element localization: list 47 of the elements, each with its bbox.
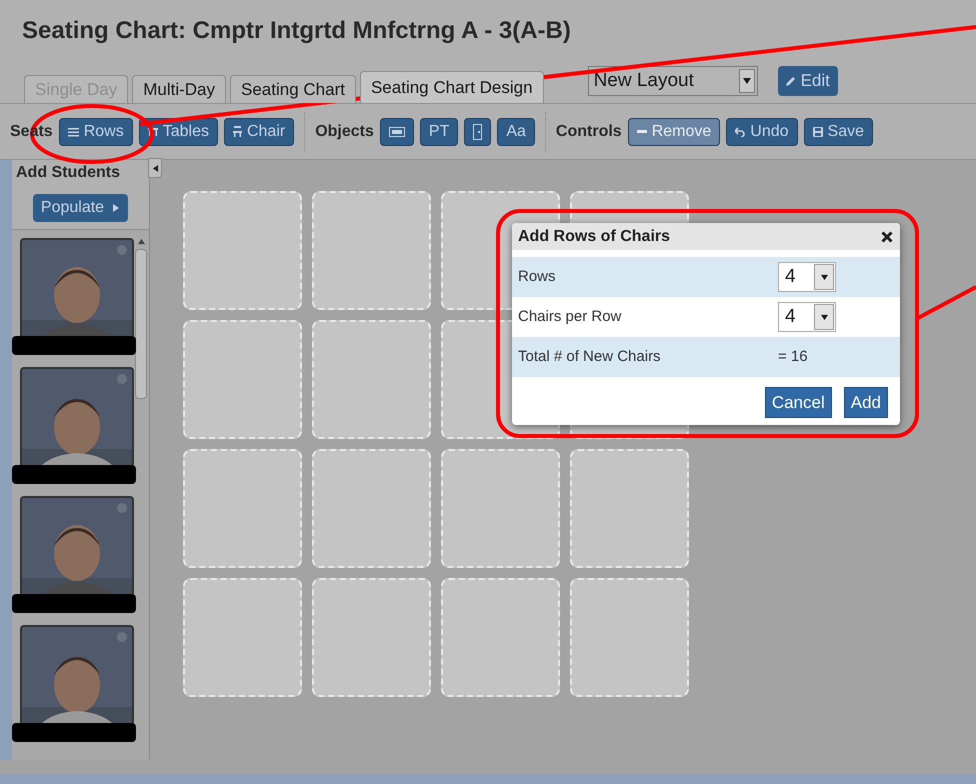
close-icon <box>881 230 893 242</box>
dropdown-arrow-icon <box>742 77 751 85</box>
undo-icon <box>735 126 746 136</box>
dialog-button[interactable]: Cancel <box>764 387 832 418</box>
save-icon <box>812 126 823 136</box>
toolbar-group-label: Objects <box>315 122 374 142</box>
number-select[interactable]: 4 <box>778 262 836 292</box>
sidebar-title: Add Students <box>16 163 120 183</box>
number-select[interactable]: 4 <box>778 302 836 332</box>
caret-icon <box>112 204 120 212</box>
collapse-arrow-icon <box>152 164 158 172</box>
toolbar-button[interactable]: Aa <box>497 118 535 146</box>
field-label: Chairs per Row <box>518 306 622 327</box>
toolbar-button[interactable] <box>380 118 414 146</box>
edit-button[interactable]: Edit <box>778 66 838 96</box>
minus-icon <box>636 130 647 134</box>
toolbar-button[interactable]: PT <box>420 118 458 146</box>
field-label: Total # of New Chairs <box>518 346 662 367</box>
total-value: = 16 <box>778 346 808 367</box>
populate-button[interactable]: Populate <box>32 194 128 222</box>
toolbar-button[interactable]: Save <box>804 118 873 146</box>
toolbar-button[interactable]: Rows <box>58 118 133 146</box>
collapse-tab[interactable] <box>148 158 162 178</box>
toolbar-button[interactable]: Chair <box>224 118 294 146</box>
field-label: Rows <box>518 266 557 287</box>
list-icon <box>68 126 79 136</box>
dialog-button[interactable]: Add <box>844 387 888 418</box>
scroll-up-icon <box>138 238 144 245</box>
annotation-line <box>917 285 976 320</box>
tab[interactable]: Seating Chart Design <box>360 71 544 103</box>
toolbar-button[interactable]: Undo <box>726 118 798 146</box>
whiteboard-icon <box>388 126 405 136</box>
chair-icon <box>232 126 242 137</box>
layout-select[interactable]: New Layout <box>588 66 758 96</box>
dropdown-arrow-icon <box>820 274 828 280</box>
close-button[interactable] <box>880 230 894 244</box>
pencil-icon <box>786 76 796 86</box>
toolbar-group-label: Controls <box>556 122 622 142</box>
tab[interactable]: Seating Chart <box>230 75 356 103</box>
scrollbar-thumb[interactable] <box>135 249 147 399</box>
page-title: Seating Chart: Cmptr Intgrtd Mnfctrng A - 3(A-B) <box>22 19 572 43</box>
toolbar-button[interactable] <box>464 118 492 146</box>
dropdown-arrow-icon <box>820 314 828 320</box>
door-icon <box>473 124 482 140</box>
dialog-title: Add Rows of Chairs <box>518 226 670 246</box>
table-icon <box>148 126 158 136</box>
tab[interactable]: Multi-Day <box>132 75 226 103</box>
